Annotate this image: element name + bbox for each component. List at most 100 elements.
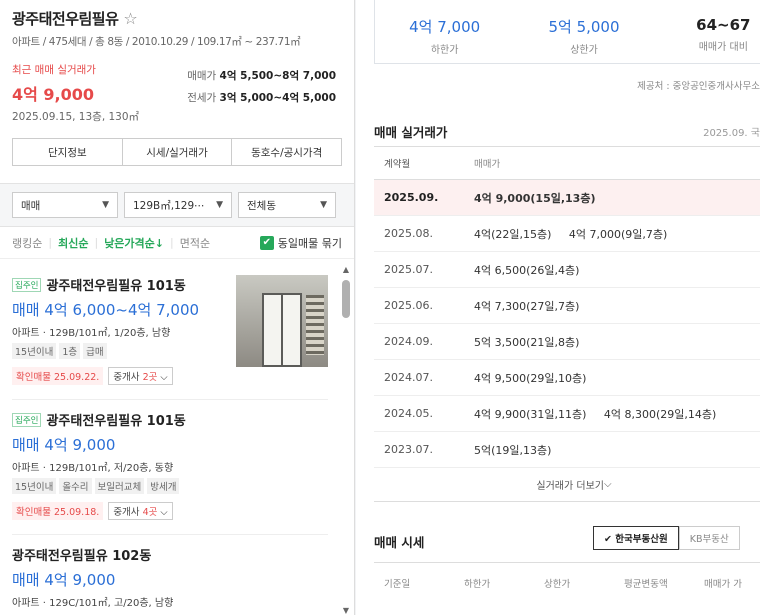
info-tabs: 단지정보 시세/실거래가 동호수/공시가격: [12, 138, 342, 166]
filter-bar: 매매 ▼ 129B㎡,129⋯ ▼ 전체동 ▼: [0, 183, 354, 227]
stat-low-value: 4억 7,000: [409, 18, 481, 36]
row-price: 5억(19일,13층): [474, 443, 552, 457]
scroll-down-icon[interactable]: ▼: [341, 606, 351, 615]
tab-kb[interactable]: KB부동산: [678, 526, 740, 550]
listing-tag: 보일러교체: [94, 478, 145, 494]
sale-range-label: 매매가: [187, 70, 217, 82]
stat-ratio-label: 매매가 대비: [698, 42, 748, 53]
stat-ratio: 64~67 매매가 대비: [654, 0, 760, 63]
chevron-down-icon: ▼: [320, 200, 327, 210]
stat-low-label: 하한가: [430, 45, 459, 56]
listing-price: 매매 4억 9,000: [12, 436, 116, 454]
scroll-thumb[interactable]: [342, 280, 350, 318]
complex-info: 아파트 / 475세대 / 총 8동 / 2010.10.29 / 109.17…: [12, 36, 301, 48]
stat-ratio-value: 64~67: [696, 16, 751, 34]
chevron-down-icon: ▼: [102, 200, 109, 210]
col-base-date: 기준일: [384, 578, 411, 590]
dong-select[interactable]: 전체동 ▼: [238, 192, 336, 218]
row-month: 2023.07.: [384, 443, 433, 456]
sort-ranking[interactable]: 랭킹순: [12, 235, 42, 251]
list-item[interactable]: 광주태전우림필유 102동 매매 4억 9,000 아파트 · 129C/101…: [12, 535, 328, 615]
agent-count: 2곳: [142, 372, 158, 383]
market-table-header: 기준일 하한가 상한가 평균변동액 매매가 가: [374, 562, 760, 602]
same-listing-label: 동일매물 묶기: [277, 236, 342, 250]
table-row: 2024.05. 4억 9,900(31일,11층) 4억 8,300(29일,…: [374, 396, 760, 432]
real-trade-date: 2025.09. 국: [703, 128, 760, 139]
provider-note: 제공처 : 중앙공인중개사사무소: [637, 81, 760, 92]
row-price: 4억(22일,15층) 4억 7,000(9일,7층): [474, 227, 668, 241]
stat-high-value: 5억 5,000: [548, 18, 620, 36]
row-price: 4억 7,300(27일,7층): [474, 299, 580, 313]
trade-type-select[interactable]: 매매 ▼: [12, 192, 118, 218]
row-month: 2025.06.: [384, 299, 433, 312]
row-price: 4억 9,900(31일,11층) 4억 8,300(29일,14층): [474, 407, 717, 421]
listing-spec: 아파트 · 129B/101㎡, 저/20층, 동향: [12, 463, 174, 474]
agent-dropdown[interactable]: 중개사 4곳 ⌵: [108, 502, 173, 520]
table-row: 2025.07. 4억 6,500(26일,4층): [374, 252, 760, 288]
owner-badge: 집주인: [12, 277, 42, 292]
checkbox-checked-icon[interactable]: ✔: [259, 235, 274, 250]
sort-low-price[interactable]: 낮은가격순↓: [104, 235, 164, 251]
table-row: 2024.09. 5억 3,500(21일,8층): [374, 324, 760, 360]
trade-type-value: 매매: [21, 199, 41, 212]
price-detail-panel: 4억 7,000 하한가 5억 5,000 상한가 64~67 매매가 대비 제…: [356, 0, 760, 615]
listing-tag: 15년이내: [12, 343, 57, 359]
list-item[interactable]: 집주인 광주태전우림필유 101동 매매 4억 9,000 아파트 · 129B…: [12, 400, 328, 535]
market-source-tabs: ✔ 한국부동산원 KB부동산: [593, 526, 740, 550]
table-row: 2023.07. 5억(19일,13층): [374, 432, 760, 468]
listing-title: 광주태전우림필유 101동: [46, 414, 186, 429]
tab-unit-official-price[interactable]: 동호수/공시가격: [232, 139, 341, 165]
price-ranges: 매매가 4억 5,500~8억 7,000 전세가 3억 5,000~4억 5,…: [187, 65, 336, 109]
row-month: 2024.05.: [384, 407, 433, 420]
scroll-up-icon[interactable]: ▲: [341, 265, 351, 274]
listing-photo[interactable]: [236, 275, 328, 367]
col-contract-month: 계약월: [384, 159, 411, 170]
listing-spec: 아파트 · 129C/101㎡, 고/20층, 남향: [12, 598, 174, 609]
agent-count: 4곳: [142, 507, 158, 518]
market-price-title: 매매 시세: [374, 535, 425, 550]
confirmed-badge: 확인매물 25.09.18.: [12, 502, 104, 520]
list-item[interactable]: 집주인 광주태전우림필유 101동 매매 4억 6,000~4억 7,000 아…: [12, 265, 328, 400]
row-month: 2024.07.: [384, 371, 433, 384]
owner-badge: 집주인: [12, 412, 42, 427]
same-listing-toggle[interactable]: ✔ 동일매물 묶기: [259, 235, 342, 251]
stat-low: 4억 7,000 하한가: [375, 0, 514, 63]
listing-tag: 급매: [83, 343, 107, 359]
listing-price: 매매 4억 9,000: [12, 571, 116, 589]
tab-kreb[interactable]: ✔ 한국부동산원: [593, 526, 679, 550]
row-month: 2024.09.: [384, 335, 433, 348]
sort-area[interactable]: 면적순: [180, 235, 210, 251]
table-row: 2025.09. 4억 9,000(15일,13층): [374, 180, 760, 216]
listing-tag: 올수리: [59, 478, 92, 494]
agent-dropdown[interactable]: 중개사 2곳 ⌵: [108, 367, 173, 385]
listing-scrollbar[interactable]: ▲ ▼: [341, 265, 351, 615]
row-month: 2025.09.: [384, 191, 439, 204]
listing-tags: 15년이내 올수리 보일러교체 방세개: [12, 478, 328, 494]
row-price: 4억 6,500(26일,4층): [474, 263, 580, 277]
listing-panel: 광주태전우림필유 ☆ 아파트 / 475세대 / 총 8동 / 2010.10.…: [0, 0, 355, 615]
area-select[interactable]: 129B㎡,129⋯ ▼: [124, 192, 232, 218]
agent-label: 중개사: [113, 372, 140, 383]
sort-latest[interactable]: 최신순: [58, 235, 88, 251]
star-icon[interactable]: ☆: [123, 9, 137, 28]
listing-list: 집주인 광주태전우림필유 101동 매매 4억 6,000~4억 7,000 아…: [0, 265, 340, 615]
listing-tag: 1층: [59, 343, 81, 359]
recent-price-detail: 2025.09.15, 13층, 130㎡: [12, 111, 140, 123]
table-row: 2025.08. 4억(22일,15층) 4억 7,000(9일,7층): [374, 216, 760, 252]
tab-complex-info[interactable]: 단지정보: [13, 139, 123, 165]
chevron-down-icon: ⌵: [160, 372, 168, 383]
real-trade-title: 매매 실거래가: [374, 125, 448, 140]
row-price: 4억 9,500(29일,10층): [474, 371, 587, 385]
table-row: 2024.07. 4억 9,500(29일,10층): [374, 360, 760, 396]
real-trade-table: 계약월 매매가 2025.09. 4억 9,000(15일,13층) 2025.…: [374, 146, 760, 468]
more-real-trade-button[interactable]: 실거래가 더보기 ⌵: [374, 468, 760, 502]
stat-high-label: 상한가: [570, 45, 598, 56]
row-price: 5억 3,500(21일,8층): [474, 335, 580, 349]
row-price: 4억 9,000(15일,13층): [474, 191, 596, 205]
col-sale-price: 매매가: [474, 159, 501, 170]
price-stats: 4억 7,000 하한가 5억 5,000 상한가 64~67 매매가 대비: [374, 0, 760, 64]
tab-price-trade[interactable]: 시세/실거래가: [123, 139, 233, 165]
dong-value: 전체동: [247, 199, 276, 212]
col-low: 하한가: [464, 578, 491, 590]
sale-range: 4억 5,500~8억 7,000: [219, 70, 336, 82]
